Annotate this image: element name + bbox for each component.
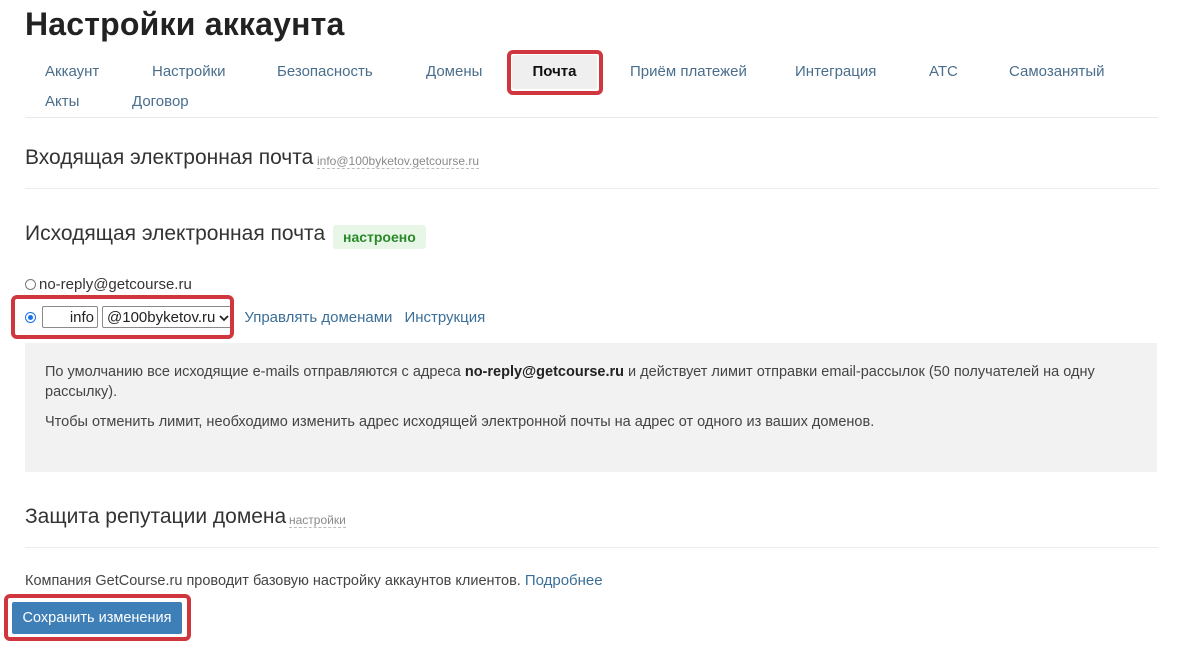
- chevron-down-icon: [219, 309, 229, 326]
- info-line-2: Чтобы отменить лимит, необходимо изменит…: [45, 414, 875, 430]
- incoming-mail-address[interactable]: info@100byketov.getcourse.ru: [317, 154, 480, 169]
- domain-select-value: @100byketov.ru: [107, 308, 216, 326]
- domain-reputation-title: Защита репутации домена: [25, 505, 287, 528]
- radio-custom[interactable]: [25, 311, 36, 323]
- tab-integration[interactable]: Интеграция: [795, 63, 876, 80]
- tab-acts[interactable]: Акты: [45, 93, 79, 110]
- email-local-part-input[interactable]: [42, 306, 98, 328]
- radio-option-custom[interactable]: @100byketov.ru Управлять доменами Инстру…: [25, 306, 485, 328]
- instruction-link[interactable]: Инструкция: [404, 309, 485, 326]
- save-button[interactable]: Сохранить изменения: [12, 602, 182, 634]
- page-title: Настройки аккаунта: [25, 6, 345, 42]
- manage-domains-link[interactable]: Управлять доменами: [244, 309, 392, 326]
- divider: [25, 547, 1158, 548]
- more-link[interactable]: Подробнее: [525, 572, 603, 589]
- outgoing-mail-title: Исходящая электронная почта: [25, 222, 326, 245]
- radio-default[interactable]: [25, 279, 36, 290]
- radio-option-default[interactable]: no-reply@getcourse.ru: [25, 276, 192, 293]
- tab-settings[interactable]: Настройки: [152, 63, 226, 80]
- tab-contract[interactable]: Договор: [132, 93, 189, 110]
- tab-mail[interactable]: Почта: [512, 55, 597, 89]
- tab-domains[interactable]: Домены: [426, 63, 482, 80]
- tab-payments[interactable]: Приём платежей: [630, 63, 747, 80]
- divider: [25, 188, 1158, 189]
- tab-self-employed[interactable]: Самозанятый: [1009, 63, 1105, 80]
- tab-security[interactable]: Безопасность: [277, 63, 373, 80]
- tab-ats[interactable]: АТС: [929, 63, 958, 80]
- tabs-nav: Аккаунт Настройки Безопасность Домены По…: [25, 55, 1158, 118]
- reputation-settings-link[interactable]: настройки: [289, 513, 346, 528]
- info-box: По умолчанию все исходящие e-mails отпра…: [25, 343, 1157, 472]
- incoming-mail-title: Входящая электронная почта: [25, 146, 314, 169]
- tab-account[interactable]: Аккаунт: [45, 63, 99, 80]
- footer-text: Компания GetCourse.ru проводит базовую н…: [25, 572, 603, 589]
- info-line-1: По умолчанию все исходящие e-mails отпра…: [45, 364, 1095, 400]
- status-badge: настроено: [333, 225, 426, 249]
- radio-default-label: no-reply@getcourse.ru: [39, 276, 192, 293]
- domain-select[interactable]: @100byketov.ru: [102, 306, 234, 328]
